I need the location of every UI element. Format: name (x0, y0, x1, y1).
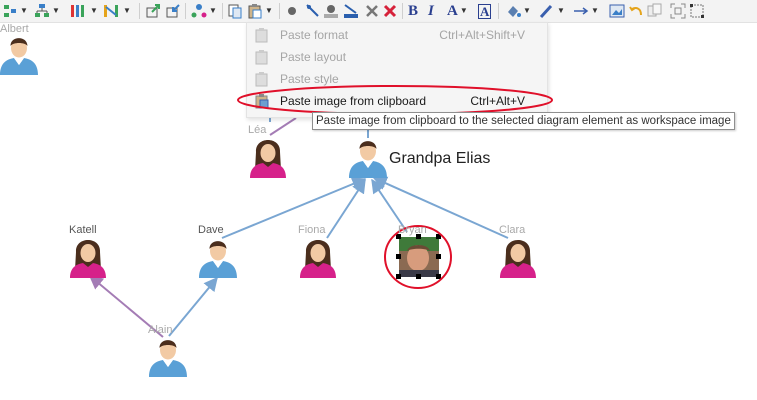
person-katell-label: Katell (69, 224, 97, 236)
person-grandpa-elias-label: Grandpa Elias (389, 150, 491, 167)
link-clara-elias (372, 176, 509, 239)
paste-image-icon (255, 94, 269, 109)
person-fiona-label: Fiona (298, 224, 326, 236)
person-clara-label: Clara (499, 224, 526, 236)
paste-layout-icon (255, 50, 268, 65)
link-fiona-elias (326, 178, 366, 239)
person-lea-avatar[interactable] (250, 140, 286, 178)
paste-style-icon (255, 72, 268, 87)
link-alain-dave (168, 276, 218, 337)
person-dave-label: Dave (198, 224, 224, 236)
person-albert-label: Albert (0, 23, 29, 35)
tooltip: Paste image from clipboard to the select… (312, 112, 735, 130)
menu-item-shortcut: Ctrl+Alt+Shift+V (439, 28, 525, 42)
person-katell-avatar[interactable] (70, 240, 106, 278)
person-bryan-photo[interactable] (399, 237, 439, 277)
person-albert-avatar[interactable] (0, 38, 38, 75)
menu-item-paste-style[interactable]: Paste style (247, 68, 547, 90)
menu-item-paste-layout[interactable]: Paste layout (247, 46, 547, 68)
link-dave-elias (221, 177, 367, 239)
menu-item-label: Paste style (280, 72, 339, 86)
menu-item-shortcut: Ctrl+Alt+V (470, 94, 525, 108)
paste-format-icon (255, 28, 268, 43)
person-alain-avatar[interactable] (149, 340, 187, 377)
person-bryan-label: Bryan (398, 224, 427, 236)
paste-context-menu: Paste format Ctrl+Alt+Shift+V Paste layo… (246, 22, 548, 118)
link-lea-albert (269, 117, 297, 136)
menu-item-paste-image[interactable]: Paste image from clipboard Ctrl+Alt+V (247, 90, 547, 112)
person-dave-avatar[interactable] (199, 241, 237, 278)
menu-item-label: Paste image from clipboard (280, 94, 427, 108)
person-fiona-avatar[interactable] (300, 240, 336, 278)
menu-item-label: Paste format (280, 28, 349, 42)
person-clara-avatar[interactable] (500, 240, 536, 278)
person-lea-label: Léa (248, 124, 267, 136)
person-alain-label: Alain (148, 324, 173, 336)
person-grandpa-elias-avatar[interactable] (349, 141, 387, 178)
menu-item-paste-format[interactable]: Paste format Ctrl+Alt+Shift+V (247, 24, 547, 46)
menu-item-label: Paste layout (280, 50, 347, 64)
